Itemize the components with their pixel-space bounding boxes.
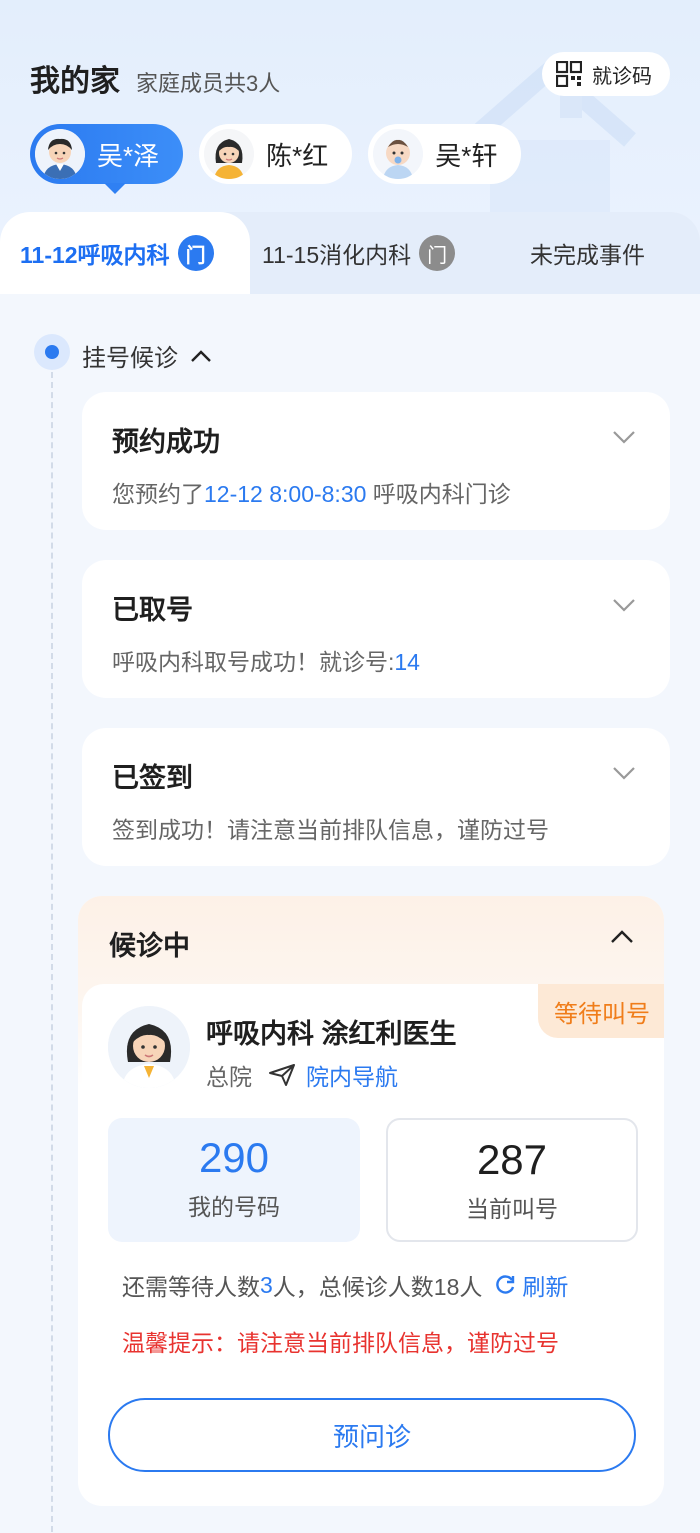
visit-code-label: 就诊码 <box>592 65 652 88</box>
tab-label: 11-15消化内科 <box>262 242 412 268</box>
my-number: 290 <box>198 1134 270 1181</box>
timeline-line <box>51 372 53 1532</box>
stage-header[interactable]: 挂号候诊 <box>82 338 212 373</box>
chevron-down-icon[interactable] <box>612 430 636 444</box>
my-number-label: 我的号码 <box>188 1194 280 1220</box>
card-title: 已取号 <box>112 595 193 625</box>
visit-tabs: 11-12呼吸内科 门 11-15消化内科 门 未完成事件 <box>0 212 700 294</box>
queue-info: 还需等待人数 3 人，总候诊人数18人 刷新 <box>122 1268 568 1302</box>
tab-label: 未完成事件 <box>530 242 645 268</box>
card-title: 预约成功 <box>112 427 220 457</box>
chevron-up-icon[interactable] <box>610 930 634 944</box>
member-name: 吴*轩 <box>435 140 498 171</box>
tab-respiratory[interactable]: 11-12呼吸内科 门 <box>20 212 214 294</box>
card-description: 呼吸内科取号成功！就诊号:14 <box>112 649 420 675</box>
timeline-dot <box>34 334 70 370</box>
avatar <box>204 129 255 179</box>
doctor-location: 总院 院内导航 <box>206 1058 398 1092</box>
indoor-navigation-link[interactable]: 院内导航 <box>268 1058 398 1092</box>
tab-digestive[interactable]: 11-15消化内科 门 <box>262 212 456 294</box>
navigation-label: 院内导航 <box>306 1064 398 1090</box>
avatar <box>373 129 424 179</box>
hospital-name: 总院 <box>206 1064 252 1090</box>
card-description: 签到成功！请注意当前排队信息，谨防过号 <box>112 817 549 843</box>
family-count: 家庭成员共3人 <box>136 71 281 96</box>
doctor-name: 呼吸内科 涂红利医生 <box>206 1019 457 1049</box>
avatar <box>35 129 85 179</box>
current-number-box: 287 当前叫号 <box>386 1118 638 1242</box>
tab-unfinished[interactable]: 未完成事件 <box>530 212 645 294</box>
member-name: 吴*泽 <box>97 140 160 171</box>
refresh-icon <box>496 1275 515 1294</box>
outpatient-badge: 门 <box>177 235 214 271</box>
member-chip-1[interactable]: 吴*泽 <box>30 124 184 194</box>
female-avatar-icon <box>204 129 255 179</box>
checkin-card[interactable]: 已签到 签到成功！请注意当前排队信息，谨防过号 <box>82 728 670 866</box>
chevron-down-icon[interactable] <box>612 598 636 612</box>
stage-label: 挂号候诊 <box>82 345 178 372</box>
warning-tip: 温馨提示：请注意当前排队信息，谨防过号 <box>122 1330 559 1356</box>
baby-avatar-icon <box>373 129 424 179</box>
doctor-avatar-icon <box>108 1006 190 1088</box>
qr-code-icon <box>556 61 582 87</box>
doctor-avatar <box>108 1006 190 1088</box>
male-avatar-icon <box>35 129 85 179</box>
my-number-box: 290 我的号码 <box>108 1118 360 1242</box>
member-list: 吴*泽 陈*红 吴*轩 <box>30 124 537 194</box>
card-title: 已签到 <box>112 763 193 793</box>
status-badge: 等待叫号 <box>538 984 664 1038</box>
member-chip-2[interactable]: 陈*红 <box>199 124 353 184</box>
refresh-button[interactable]: 刷新 <box>494 1268 568 1302</box>
visit-code-button[interactable]: 就诊码 <box>542 52 670 96</box>
waiting-card: 候诊中 等待叫号 呼吸内科 涂红利医生 总院 院内导航 290 我的号码 287… <box>78 896 664 1506</box>
member-name: 陈*红 <box>266 140 329 171</box>
pre-consultation-button[interactable]: 预问诊 <box>108 1398 636 1472</box>
chevron-down-icon[interactable] <box>612 766 636 780</box>
current-number: 287 <box>476 1136 548 1183</box>
waiting-title: 候诊中 <box>109 931 190 961</box>
ticket-card[interactable]: 已取号 呼吸内科取号成功！就诊号:14 <box>82 560 670 698</box>
page-header: 我的家 家庭成员共3人 <box>30 56 280 100</box>
outpatient-badge: 门 <box>419 235 456 271</box>
queue-panel: 等待叫号 呼吸内科 涂红利医生 总院 院内导航 290 我的号码 287 当前叫… <box>82 984 664 1504</box>
navigation-arrow-icon <box>269 1064 295 1086</box>
wait-count: 3 <box>260 1271 273 1298</box>
refresh-label: 刷新 <box>522 1274 569 1300</box>
appointment-card[interactable]: 预约成功 您预约了12-12 8:00-8:30 呼吸内科门诊 <box>82 392 670 530</box>
page-title: 我的家 <box>30 65 120 98</box>
card-description: 您预约了12-12 8:00-8:30 呼吸内科门诊 <box>112 481 511 507</box>
current-number-label: 当前叫号 <box>466 1196 558 1222</box>
member-chip-3[interactable]: 吴*轩 <box>368 124 522 184</box>
tab-label: 11-12呼吸内科 <box>20 242 170 268</box>
chevron-up-icon <box>191 349 211 362</box>
